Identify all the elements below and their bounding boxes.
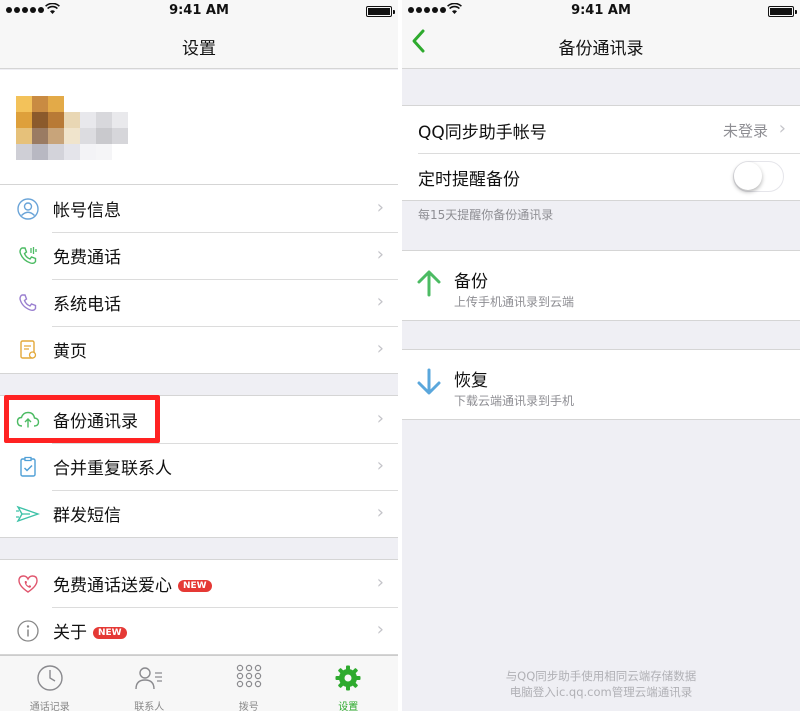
yellow-pages-icon	[16, 338, 40, 362]
backup-title: 备份	[454, 272, 488, 292]
footer-line: 与QQ同步助手使用相同云端存储数据	[505, 669, 697, 683]
mass-sms-icon	[16, 502, 40, 526]
tab-bar: 通话记录 联系人 拨号 设置	[0, 655, 398, 711]
backup-action[interactable]: 备份 上传手机通讯录到云端	[402, 250, 800, 321]
battery-icon	[768, 6, 797, 17]
settings-item-label: 系统电话	[53, 295, 121, 315]
new-badge: NEW	[93, 627, 127, 639]
chevron-right-icon: ›	[376, 197, 384, 218]
gear-icon	[334, 664, 362, 696]
account-icon	[16, 197, 40, 221]
highlight-box	[4, 395, 160, 443]
new-badge: NEW	[178, 580, 212, 592]
status-time: 9:41 AM	[169, 3, 229, 18]
tab-contacts[interactable]: 联系人	[100, 656, 200, 711]
tab-call-log[interactable]: 通话记录	[0, 656, 100, 711]
reminder-hint: 每15天提醒你备份通讯录	[418, 208, 554, 222]
account-settings-group: QQ同步助手帐号 未登录 › 定时提醒备份	[402, 105, 800, 201]
nav-bar: 9:41 AM 备份通讯录	[402, 0, 800, 69]
arrow-down-icon	[416, 368, 442, 400]
clock-icon	[36, 664, 64, 696]
info-icon	[16, 619, 40, 643]
reminder-toggle[interactable]	[733, 161, 784, 192]
settings-item-label: 合并重复联系人	[53, 459, 172, 479]
chevron-right-icon: ›	[376, 455, 384, 476]
dialpad-icon	[236, 664, 262, 696]
settings-item-label: 帐号信息	[53, 201, 121, 221]
restore-action[interactable]: 恢复 下载云端通讯录到手机	[402, 349, 800, 420]
settings-item-text: 关于	[53, 623, 87, 643]
phone-icon	[16, 291, 40, 315]
settings-group-3: 免费通话送爱心 NEW › 关于 NEW ›	[0, 559, 398, 655]
settings-item-account[interactable]: 帐号信息 ›	[0, 185, 398, 232]
status-bar: 9:41 AM	[402, 0, 800, 22]
page-title: 设置	[182, 39, 216, 59]
chevron-right-icon: ›	[376, 338, 384, 359]
settings-item-free-call[interactable]: 免费通话 ›	[0, 232, 398, 279]
tab-settings[interactable]: 设置	[299, 656, 399, 711]
toggle-knob	[734, 162, 762, 190]
nav-bar: 9:41 AM 设置	[0, 0, 398, 69]
battery-icon	[366, 6, 395, 17]
restore-subtitle: 下载云端通讯录到手机	[454, 394, 575, 408]
tab-label: 通话记录	[29, 702, 70, 711]
backup-subtitle: 上传手机通讯录到云端	[454, 295, 575, 309]
status-bar: 9:41 AM	[0, 0, 398, 22]
free-call-icon	[16, 244, 40, 268]
chevron-right-icon: ›	[376, 291, 384, 312]
arrow-up-icon	[416, 269, 442, 301]
chevron-right-icon: ›	[376, 244, 384, 265]
settings-item-mass-sms[interactable]: 群发短信 ›	[0, 490, 398, 537]
settings-item-label: 免费通话送爱心 NEW	[53, 571, 212, 596]
heart-phone-icon	[16, 572, 40, 596]
qq-account-label: QQ同步助手帐号	[418, 123, 547, 143]
footer-line: 电脑登入ic.qq.com管理云端通讯录	[509, 685, 693, 699]
chevron-right-icon: ›	[376, 572, 384, 593]
settings-item-merge-contacts[interactable]: 合并重复联系人 ›	[0, 443, 398, 490]
restore-title: 恢复	[454, 371, 488, 391]
tab-dialpad[interactable]: 拨号	[199, 656, 299, 711]
avatar	[16, 96, 128, 160]
chevron-right-icon: ›	[376, 619, 384, 640]
qq-account-status: 未登录	[722, 122, 768, 140]
backup-contacts-screen: 9:41 AM 备份通讯录 QQ同步助手帐号 未登录 › 定时提醒备份 每15天…	[402, 0, 800, 711]
page-title: 备份通讯录	[558, 39, 644, 59]
qq-account-row[interactable]: QQ同步助手帐号 未登录 ›	[402, 106, 800, 153]
settings-item-charity-call[interactable]: 免费通话送爱心 NEW ›	[0, 560, 398, 607]
settings-item-text: 免费通话送爱心	[53, 576, 172, 596]
tab-label: 设置	[338, 702, 359, 711]
status-time: 9:41 AM	[571, 3, 631, 18]
footer-note: 与QQ同步助手使用相同云端存储数据 电脑登入ic.qq.com管理云端通讯录	[402, 668, 800, 700]
settings-item-about[interactable]: 关于 NEW ›	[0, 607, 398, 654]
settings-screen: 9:41 AM 设置 帐号信息 › 免费通话 › 系统电话 › 黄页 › 备份通…	[0, 0, 398, 711]
settings-item-label: 关于 NEW	[53, 618, 127, 643]
settings-item-label: 黄页	[53, 342, 87, 362]
tab-label: 拨号	[238, 702, 259, 711]
settings-item-yellow-pages[interactable]: 黄页 ›	[0, 326, 398, 373]
settings-item-label: 群发短信	[53, 506, 121, 526]
chevron-right-icon: ›	[376, 408, 384, 429]
contacts-icon	[134, 664, 164, 696]
profile-card[interactable]	[0, 70, 398, 185]
reminder-label: 定时提醒备份	[418, 170, 520, 190]
merge-contacts-icon	[16, 455, 40, 479]
settings-item-system-phone[interactable]: 系统电话 ›	[0, 279, 398, 326]
chevron-right-icon: ›	[376, 502, 384, 523]
chevron-right-icon: ›	[778, 118, 786, 139]
reminder-row: 定时提醒备份	[402, 153, 800, 200]
settings-item-label: 免费通话	[53, 248, 121, 268]
settings-group-1: 帐号信息 › 免费通话 › 系统电话 › 黄页 ›	[0, 184, 398, 374]
tab-label: 联系人	[134, 702, 165, 711]
